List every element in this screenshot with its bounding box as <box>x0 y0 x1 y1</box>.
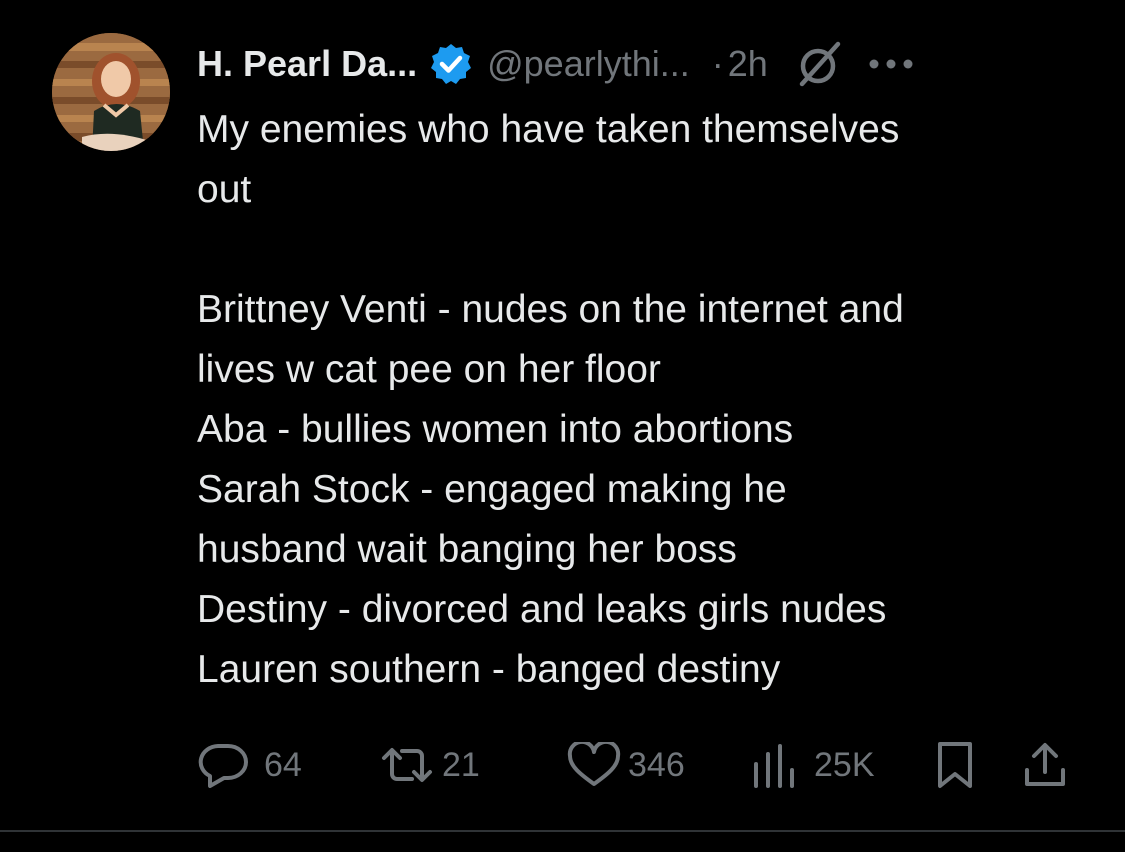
tweet-line: Sarah Stock - engaged making he <box>197 468 787 511</box>
tweet-line: My enemies who have taken themselves <box>197 108 900 151</box>
bookmark-button[interactable] <box>934 740 976 790</box>
timestamp[interactable]: 2h <box>728 43 768 85</box>
tweet: H. Pearl Da... @pearlythi... · 2h My ene… <box>0 0 1125 852</box>
more-horizontal-icon[interactable] <box>868 54 914 74</box>
like-count: 346 <box>628 745 685 784</box>
divider <box>0 830 1125 832</box>
like-button[interactable]: 346 <box>566 740 685 790</box>
tweet-line: Lauren southern - banged destiny <box>197 648 781 691</box>
handle[interactable]: @pearlythi... <box>487 43 690 85</box>
tweet-line: Aba - bullies women into abortions <box>197 408 794 451</box>
views-count: 25K <box>814 745 875 784</box>
repost-icon <box>382 748 432 782</box>
repost-button[interactable]: 21 <box>374 740 480 790</box>
avatar-image <box>52 33 170 151</box>
tweet-header: H. Pearl Da... @pearlythi... · 2h <box>197 38 914 90</box>
verified-badge-icon[interactable] <box>429 42 473 86</box>
display-name[interactable]: H. Pearl Da... <box>197 43 417 85</box>
share-icon <box>1025 743 1065 786</box>
reply-count: 64 <box>264 745 302 784</box>
action-bar: 64 21 346 25K <box>196 740 1076 790</box>
reply-button[interactable]: 64 <box>196 740 302 790</box>
tweet-text: My enemies who have taken themselves out… <box>197 100 1097 700</box>
separator-dot: · <box>711 43 724 84</box>
tweet-line: Destiny - divorced and leaks girls nudes <box>197 588 887 631</box>
tweet-line: husband wait banging her boss <box>197 528 737 571</box>
tweet-line: out <box>197 168 252 211</box>
grok-icon[interactable] <box>792 36 848 92</box>
bookmark-icon <box>938 742 972 788</box>
views-button[interactable]: 25K <box>750 740 875 790</box>
avatar[interactable] <box>52 33 170 151</box>
heart-icon <box>567 742 621 786</box>
tweet-line: Brittney Venti - nudes on the internet a… <box>197 288 904 331</box>
tweet-line: lives w cat pee on her floor <box>197 348 661 391</box>
reply-icon <box>198 744 248 788</box>
views-icon <box>754 744 794 788</box>
repost-count: 21 <box>442 745 480 784</box>
share-button[interactable] <box>1022 740 1068 790</box>
